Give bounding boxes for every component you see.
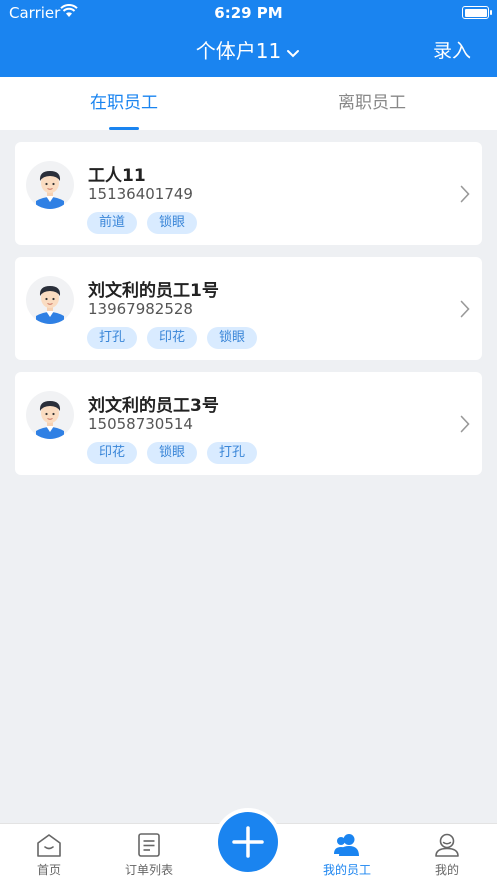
header: Carrier 6:29 PM 个体户11 录入 <box>0 0 497 77</box>
tabbar-label: 订单列表 <box>124 863 173 877</box>
skill-tag: 印花 <box>87 442 138 464</box>
tabbar-item-orders[interactable]: 订单列表 <box>109 832 189 878</box>
employee-status-tabs: 在职员工 离职员工 <box>0 77 497 130</box>
home-icon <box>37 834 61 857</box>
employee-phone: 15058730514 <box>88 415 193 433</box>
avatar <box>26 276 74 324</box>
tabbar-item-employees[interactable]: 我的员工 <box>307 832 387 878</box>
status-time: 6:29 PM <box>214 4 283 22</box>
worker-avatar-icon <box>36 171 64 209</box>
avatar <box>26 161 74 209</box>
skill-tag: 锁眼 <box>207 327 258 349</box>
employee-name: 工人11 <box>88 166 146 186</box>
tabbar-item-home[interactable]: 首页 <box>9 832 89 878</box>
battery-icon <box>462 6 492 19</box>
chevron-right-icon <box>460 415 470 433</box>
tabbar-item-profile[interactable]: 我的 <box>407 832 487 878</box>
skill-tag: 锁眼 <box>147 212 198 234</box>
skill-tag: 印花 <box>147 327 198 349</box>
chevron-right-icon <box>460 300 470 318</box>
employee-card[interactable]: 刘文利的员工1号 13967982528 打孔 印花 锁眼 <box>15 257 482 360</box>
tabbar-label: 首页 <box>36 863 61 877</box>
skill-tag: 打孔 <box>207 442 258 464</box>
chevron-down-icon <box>287 49 300 57</box>
tabbar-label: 我的员工 <box>322 863 371 877</box>
tab-former-employees[interactable]: 离职员工 <box>248 77 496 130</box>
employee-skill-tags: 前道 锁眼 <box>87 211 207 234</box>
user-icon <box>435 833 459 857</box>
employee-card[interactable]: 工人11 15136401749 前道 锁眼 <box>15 142 482 245</box>
chevron-right-icon <box>460 185 470 203</box>
worker-avatar-icon <box>36 286 64 324</box>
users-icon <box>334 834 359 856</box>
tab-indicator <box>109 127 139 130</box>
avatar <box>26 391 74 439</box>
skill-tag: 打孔 <box>87 327 138 349</box>
document-list-icon <box>138 833 160 857</box>
page-title: 个体户11 <box>195 39 282 63</box>
add-record-button[interactable]: 录入 <box>433 38 471 64</box>
employee-name: 刘文利的员工1号 <box>88 281 219 301</box>
employee-name: 刘文利的员工3号 <box>88 396 219 416</box>
add-employee-fab[interactable] <box>218 812 278 872</box>
tab-label: 在职员工 <box>90 93 158 113</box>
employee-phone: 13967982528 <box>88 300 193 318</box>
skill-tag: 前道 <box>87 212 138 234</box>
tab-label: 离职员工 <box>338 93 406 113</box>
tabbar-label: 我的 <box>434 863 459 877</box>
skill-tag: 锁眼 <box>147 442 198 464</box>
employee-card[interactable]: 刘文利的员工3号 15058730514 印花 锁眼 打孔 <box>15 372 482 475</box>
employee-skill-tags: 印花 锁眼 打孔 <box>87 441 267 464</box>
shop-selector[interactable]: 个体户11 <box>0 38 497 64</box>
employee-phone: 15136401749 <box>88 185 193 203</box>
add-employee-button[interactable] <box>214 808 282 876</box>
status-bar: Carrier 6:29 PM <box>0 0 497 26</box>
employee-list: 工人11 15136401749 前道 锁眼 刘文利的员工1号 139679825… <box>15 142 482 487</box>
tab-active-employees[interactable]: 在职员工 <box>0 77 248 130</box>
plus-icon <box>232 826 264 858</box>
employee-skill-tags: 打孔 印花 锁眼 <box>87 326 267 349</box>
worker-avatar-icon <box>36 401 64 439</box>
